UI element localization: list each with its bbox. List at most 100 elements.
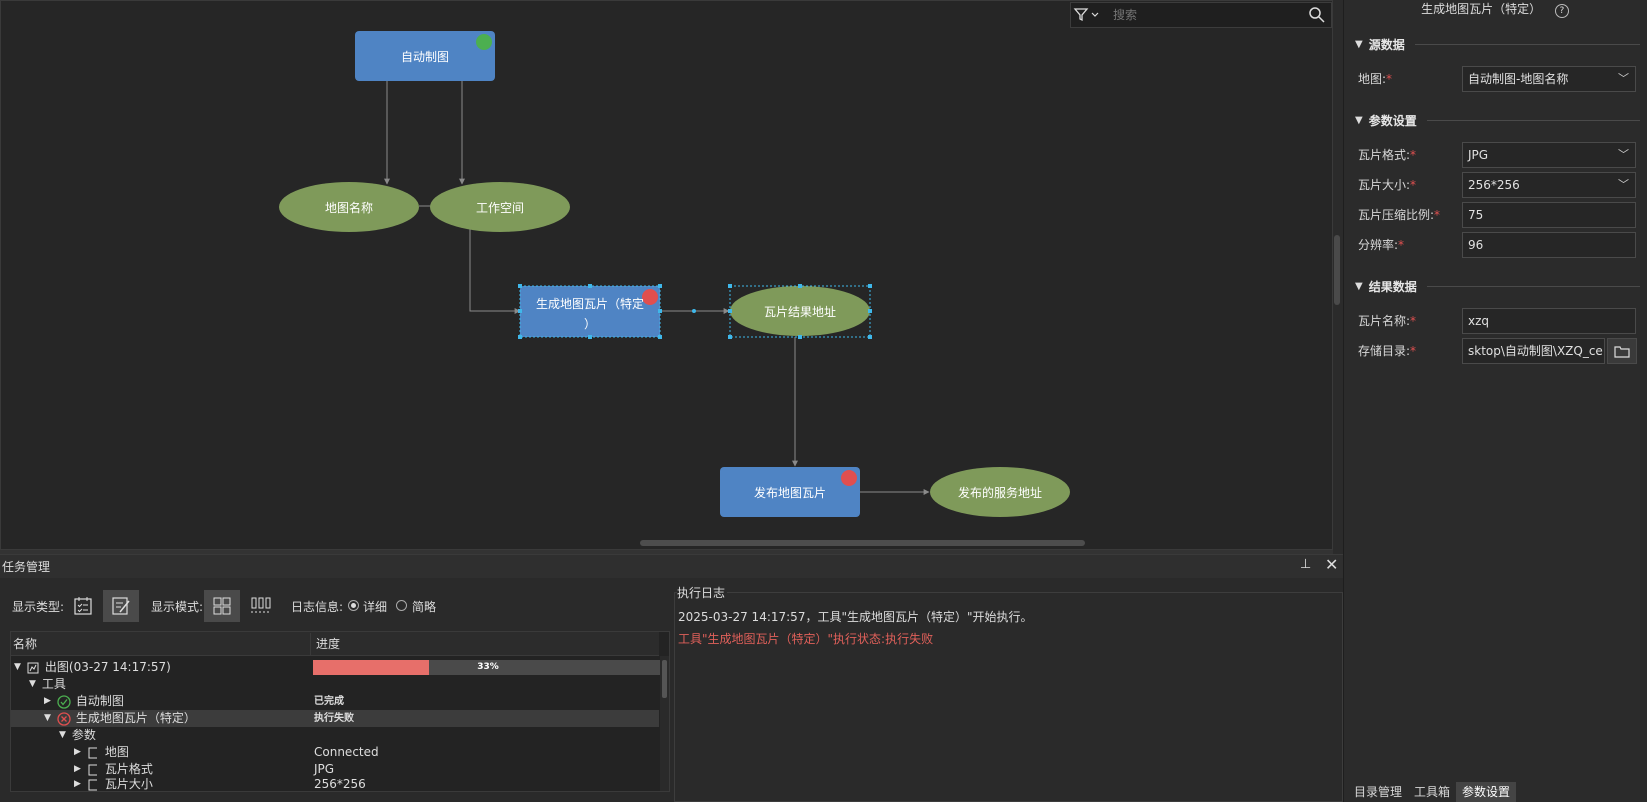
canvas-horizontal-scrollbar[interactable] xyxy=(640,540,1085,546)
log-info-label: 日志信息: xyxy=(291,600,344,614)
display-type-edit-button[interactable] xyxy=(103,590,139,622)
workflow-canvas[interactable]: 自动制图 地图名称 工作空间 生成地图瓦片（特定 ） 瓦片结果地址 发布地图瓦片… xyxy=(0,0,1333,550)
tile-compress-input[interactable]: 75 xyxy=(1462,202,1636,228)
tab-params[interactable]: 参数设置 xyxy=(1456,782,1517,802)
node-label: 发布的服务地址 xyxy=(958,485,1042,500)
panel-title-text: 生成地图瓦片（特定） xyxy=(1421,2,1542,16)
log-brief-radio[interactable] xyxy=(396,600,407,611)
table-row[interactable]: ▶ 瓦片格式 JPG xyxy=(11,761,659,778)
filter-icon xyxy=(1073,8,1099,22)
param-bracket-icon xyxy=(88,779,97,790)
edge-midpoint-handle xyxy=(692,309,696,313)
status-text: 已完成 xyxy=(314,696,344,707)
node-auto-map[interactable]: 自动制图 xyxy=(355,31,495,81)
workflow-graph: 自动制图 地图名称 工作空间 生成地图瓦片（特定 ） 瓦片结果地址 发布地图瓦片… xyxy=(279,31,1070,517)
column-header-name[interactable]: 名称 xyxy=(13,633,37,655)
expand-triangle-icon: ▼ xyxy=(59,730,66,740)
search-input[interactable] xyxy=(1111,7,1315,23)
param-value: 256*256 xyxy=(314,778,366,791)
storage-dir-input[interactable]: sktop\自动制图\XZQ_cel xyxy=(1462,338,1605,364)
node-workspace[interactable]: 工作空间 xyxy=(430,182,570,232)
tile-format-label: 瓦片格式:* xyxy=(1358,148,1417,162)
browse-folder-button[interactable] xyxy=(1607,338,1637,364)
storage-dir-label: 存储目录:* xyxy=(1358,344,1417,358)
column-header-progress[interactable]: 进度 xyxy=(316,633,340,655)
section-params-header[interactable]: ▼ 参数设置 xyxy=(1355,110,1640,130)
expand-triangle-icon: ▼ xyxy=(29,679,36,689)
node-publish[interactable]: 发布地图瓦片 xyxy=(720,467,860,517)
job-progress-text: 33% xyxy=(477,662,499,672)
dpi-label: 分辨率:* xyxy=(1358,238,1405,252)
node-label: 工作空间 xyxy=(476,201,524,215)
help-icon[interactable]: ? xyxy=(1554,4,1569,18)
property-panel-title: 生成地图瓦片（特定） ? xyxy=(1343,0,1647,18)
table-row[interactable]: ▼ 工具 xyxy=(11,676,659,693)
node-service-addr[interactable]: 发布的服务地址 xyxy=(930,467,1070,517)
collapse-triangle-icon: ▼ xyxy=(1355,38,1363,50)
collapse-triangle-icon: ▼ xyxy=(1355,114,1363,126)
node-map-name[interactable]: 地图名称 xyxy=(279,182,419,232)
expand-triangle-icon: ▼ xyxy=(14,662,21,672)
param-value: JPG xyxy=(314,762,335,776)
log-line-start: 2025-03-27 14:17:57，工具"生成地图瓦片（特定）"开始执行。 xyxy=(678,610,1033,624)
task-manager-title: 任务管理 xyxy=(2,560,51,574)
log-line-error: 工具"生成地图瓦片（特定）"执行状态:执行失败 xyxy=(678,632,934,646)
log-detail-label: 详细 xyxy=(363,600,388,614)
node-tile-result[interactable]: 瓦片结果地址 xyxy=(728,284,872,339)
tab-toolbox[interactable]: 工具箱 xyxy=(1408,782,1456,802)
display-mode-grid-button[interactable] xyxy=(204,590,240,622)
grid-icon xyxy=(213,597,231,615)
column-divider xyxy=(310,633,311,655)
map-select[interactable]: 自动制图-地图名称 ﹀ xyxy=(1462,66,1636,92)
display-mode-timeline-button[interactable] xyxy=(243,590,279,622)
node-label: 地图名称 xyxy=(325,200,373,215)
param-bracket-icon xyxy=(88,747,97,758)
status-dot-error xyxy=(642,289,658,305)
timeline-icon xyxy=(251,597,271,613)
filter-button[interactable] xyxy=(1068,2,1106,28)
chevron-down-icon: ﹀ xyxy=(1618,148,1629,161)
node-label: ） xyxy=(584,317,596,331)
search-box xyxy=(1070,2,1332,28)
section-result-header[interactable]: ▼ 结果数据 xyxy=(1355,276,1640,296)
table-row[interactable]: ▼ 参数 xyxy=(11,727,659,744)
folder-icon xyxy=(1614,346,1630,358)
edit-list-icon xyxy=(112,597,130,615)
node-label: 发布地图瓦片 xyxy=(754,485,826,500)
job-progress-bar: 33% xyxy=(313,660,663,675)
log-detail-radio[interactable] xyxy=(348,600,359,611)
tile-format-select[interactable]: JPG ﹀ xyxy=(1462,142,1636,168)
section-source-header[interactable]: ▼ 源数据 xyxy=(1355,34,1640,54)
canvas-vertical-scrollbar[interactable] xyxy=(1334,235,1340,305)
tree-vertical-scrollbar[interactable] xyxy=(662,660,667,698)
table-row[interactable]: ▶ 自动制图 已完成 xyxy=(11,693,659,710)
table-row[interactable]: ▶ 瓦片大小 256*256 xyxy=(11,778,659,791)
tile-size-select[interactable]: 256*256 ﹀ xyxy=(1462,172,1636,198)
node-label: 瓦片结果地址 xyxy=(764,305,836,319)
search-icon[interactable] xyxy=(1308,6,1326,24)
table-row[interactable]: ▶ 地图 Connected xyxy=(11,744,659,761)
close-icon[interactable]: ✕ xyxy=(1325,555,1338,574)
collapse-triangle-right-icon: ▶ xyxy=(74,747,81,757)
tile-size-label: 瓦片大小:* xyxy=(1358,178,1417,192)
status-text: 执行失败 xyxy=(314,713,354,724)
checklist-icon xyxy=(74,597,92,615)
dpi-input[interactable]: 96 xyxy=(1462,232,1636,258)
display-type-checklist-button[interactable] xyxy=(65,590,101,622)
execution-log-title: 执行日志 xyxy=(677,584,728,601)
map-label: 地图:* xyxy=(1358,72,1393,86)
map-job-icon xyxy=(27,662,39,673)
status-dot-success xyxy=(476,34,492,50)
param-value: Connected xyxy=(314,745,379,759)
tab-catalog[interactable]: 目录管理 xyxy=(1348,782,1408,802)
display-type-label: 显示类型: xyxy=(12,600,65,614)
node-gen-tile[interactable]: 生成地图瓦片（特定 ） xyxy=(518,284,662,339)
table-row-selected[interactable]: ▼ 生成地图瓦片（特定） 执行失败 xyxy=(11,710,659,727)
tile-name-input[interactable]: xzq xyxy=(1462,308,1636,334)
task-manager-header xyxy=(0,554,1343,578)
display-mode-label: 显示模式: xyxy=(151,600,204,614)
chevron-down-icon: ﹀ xyxy=(1618,178,1629,191)
pin-icon[interactable]: ⊥ xyxy=(1300,557,1311,572)
collapse-triangle-right-icon: ▶ xyxy=(74,764,81,774)
collapse-triangle-icon: ▼ xyxy=(1355,280,1363,292)
